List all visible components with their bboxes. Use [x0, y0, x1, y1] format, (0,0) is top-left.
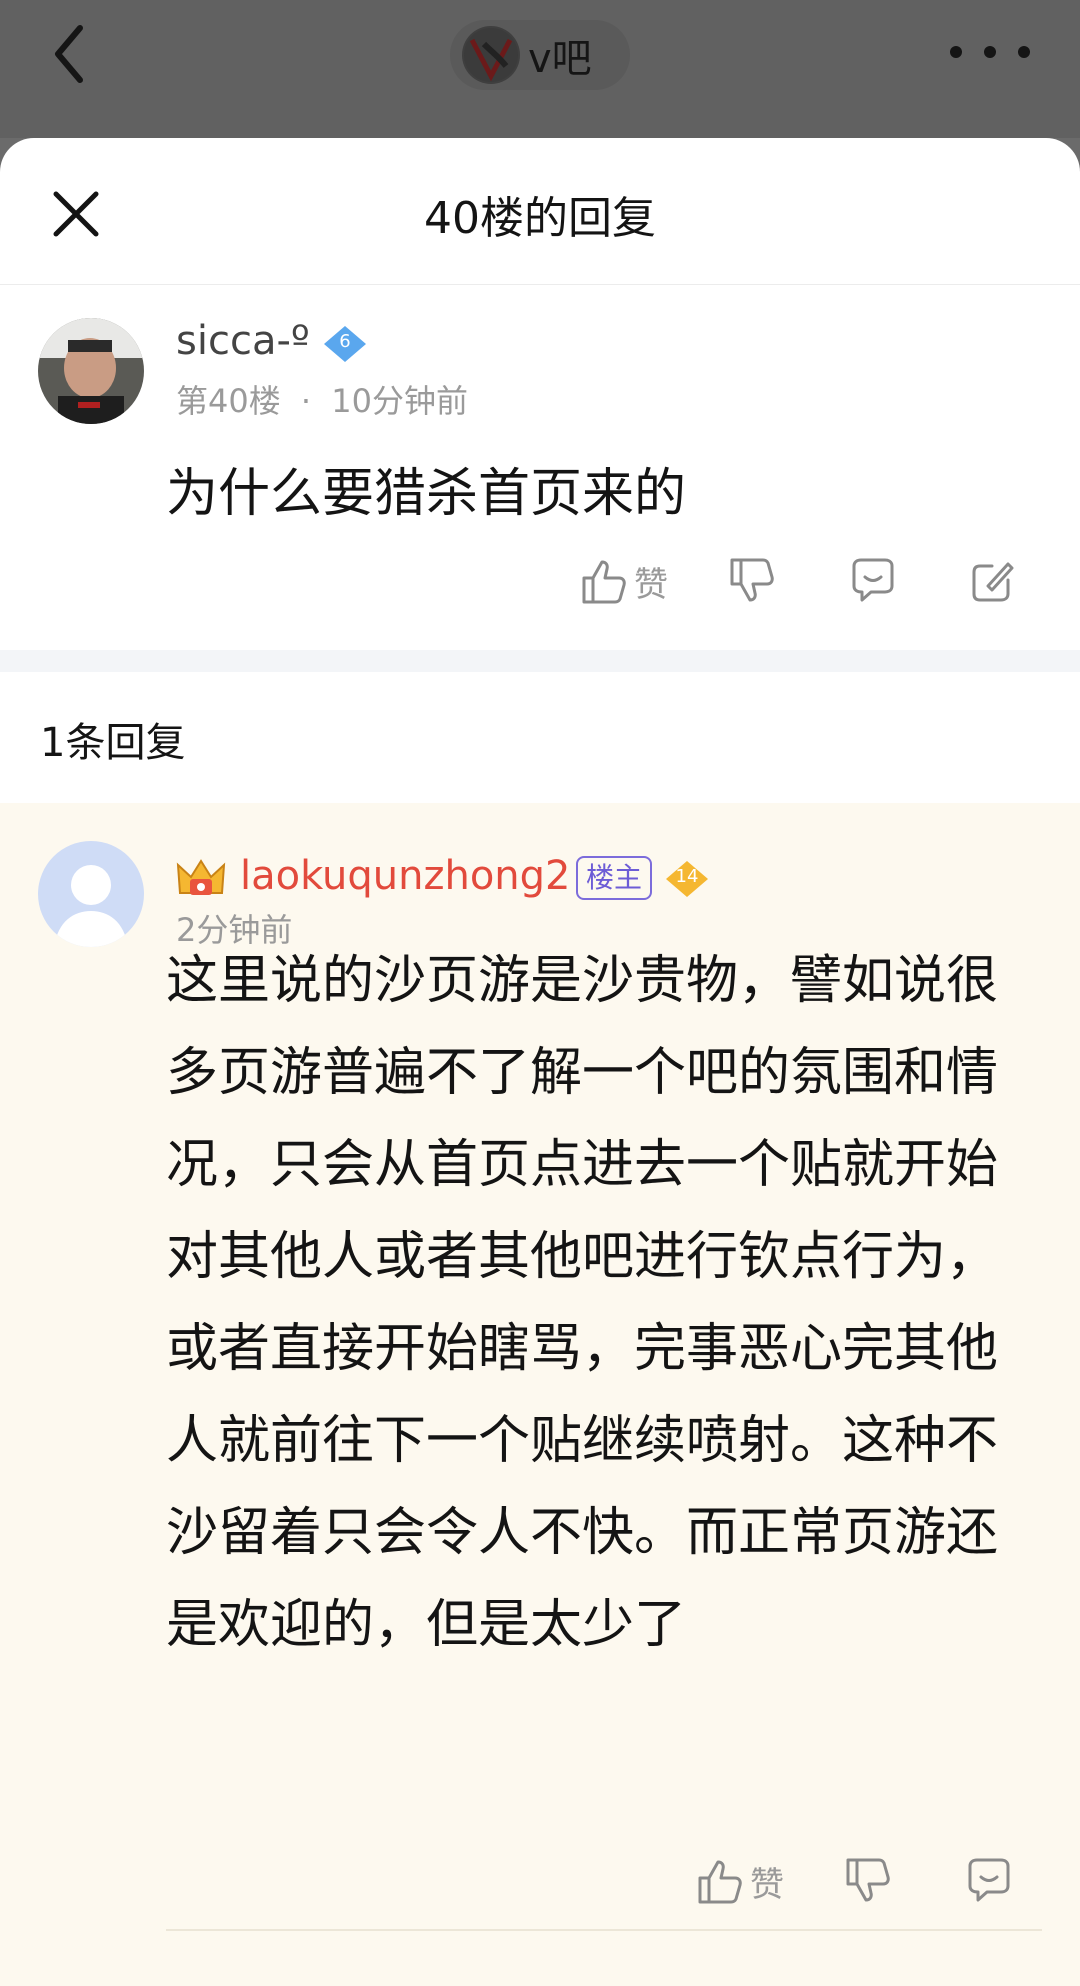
comment-button[interactable]: [848, 556, 898, 606]
like-label: 赞: [634, 564, 668, 605]
level-badge: 14: [664, 859, 710, 899]
post-time: 10分钟前: [331, 382, 468, 420]
dislike-button[interactable]: [728, 556, 778, 606]
section-divider: [0, 650, 1080, 672]
edit-icon: [972, 562, 1014, 602]
chevron-left-icon[interactable]: [48, 22, 98, 86]
crown-icon: [176, 857, 226, 901]
reply-content: 这里说的沙页游是沙贵物，譬如说很多页游普遍不了解一个吧的氛围和情况，只会从首页点…: [166, 951, 999, 1655]
share-edit-button[interactable]: [968, 556, 1018, 606]
forum-name: v吧: [528, 36, 592, 82]
like-button[interactable]: 赞: [580, 556, 668, 606]
sheet-title: 40楼的回复: [424, 193, 656, 244]
owner-badge: 楼主: [576, 856, 653, 900]
thumbs-up-icon: [582, 560, 626, 604]
meta-dot: ·: [300, 382, 312, 420]
like-label: 赞: [750, 1864, 784, 1905]
comment-button[interactable]: [964, 1856, 1014, 1906]
reply-count: 1条回复: [40, 720, 186, 766]
thumbs-down-icon: [730, 558, 774, 602]
level-number: 14: [675, 866, 699, 887]
thumbs-down-icon: [846, 1858, 890, 1902]
level-badge: 6: [322, 324, 368, 364]
forum-pill[interactable]: v吧: [450, 20, 630, 90]
forum-logo: [462, 26, 520, 84]
comment-icon: [968, 1858, 1010, 1902]
comment-icon: [852, 558, 894, 602]
like-button[interactable]: 赞: [696, 1856, 784, 1906]
avatar[interactable]: [38, 841, 144, 947]
list-item: laokuqunzhong2 楼主 14 2分钟前 这里说的沙页游是沙贵物，譬如…: [0, 803, 1080, 1986]
owner-badge-label: 楼主: [576, 856, 653, 900]
top-bar: v吧: [0, 0, 1080, 138]
post-actions: 赞: [580, 556, 1018, 606]
more-dots-icon[interactable]: [948, 38, 1048, 68]
avatar[interactable]: [38, 318, 144, 424]
level-number: 6: [339, 331, 351, 352]
post-username[interactable]: sicca-º: [176, 318, 310, 364]
post-content: 为什么要猎杀首页来的: [166, 464, 687, 524]
post-meta: 第40楼 · 10分钟前: [176, 376, 468, 422]
floor-number: 第40楼: [176, 382, 281, 420]
reply-username[interactable]: laokuqunzhong2: [240, 853, 571, 899]
reply-actions: 赞: [696, 1856, 1014, 1906]
reply-sheet: 40楼的回复 sicca-º 6 第40楼 · 10分钟前 为什么要猎杀首页来的…: [0, 138, 1080, 1986]
divider: [166, 1929, 1042, 1931]
thumbs-up-icon: [698, 1860, 742, 1904]
sheet-header: 40楼的回复: [0, 138, 1080, 285]
dislike-button[interactable]: [844, 1856, 894, 1906]
